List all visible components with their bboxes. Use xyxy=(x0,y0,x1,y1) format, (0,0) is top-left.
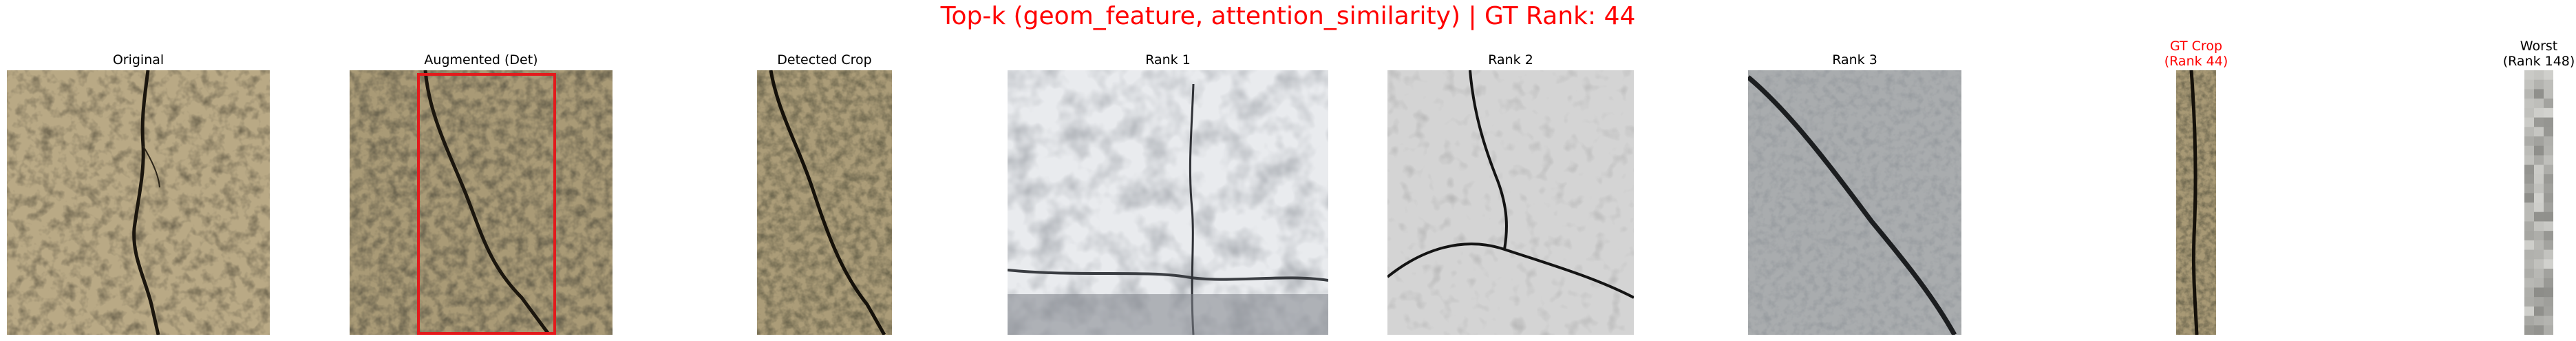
rank-1-image xyxy=(1008,70,1328,335)
panel-title-line: Augmented (Det) xyxy=(424,52,538,68)
panel-rank-2: Rank 2 xyxy=(1387,52,1634,335)
panel-title-augmented: Augmented (Det) xyxy=(308,52,654,68)
panel-title-line: GT Crop xyxy=(2169,39,2223,54)
panel-worst: Worst (Rank 148) xyxy=(2503,39,2575,335)
panel-title-rank-3: Rank 3 xyxy=(1707,52,2003,68)
panel-augmented: Augmented (Det) xyxy=(350,52,613,335)
panel-title-line: Rank 2 xyxy=(1488,52,1533,68)
panel-title-line: Detected Crop xyxy=(777,52,872,68)
panel-title-rank-1: Rank 1 xyxy=(966,52,1370,68)
panel-rank-3: Rank 3 xyxy=(1748,52,1961,335)
panel-detected-crop: Detected Crop xyxy=(757,52,892,335)
panel-title-rank-2: Rank 2 xyxy=(1346,52,1675,68)
panel-title-line: (Rank 148) xyxy=(2502,54,2575,69)
panel-original: Original xyxy=(7,52,270,335)
worst-image xyxy=(2524,70,2553,335)
figure-title: Top-k (geom_feature, attention_similarit… xyxy=(940,2,1636,30)
panel-rank-1: Rank 1 xyxy=(1008,52,1328,335)
rank-2-image xyxy=(1387,70,1634,335)
panel-title-line: Rank 3 xyxy=(1832,52,1877,68)
panel-gt-crop: GT Crop (Rank 44) xyxy=(2164,39,2228,335)
panel-title-line: Original xyxy=(112,52,164,68)
panel-title-detected-crop: Detected Crop xyxy=(716,52,933,68)
panel-title-gt-crop: GT Crop (Rank 44) xyxy=(2135,39,2257,69)
panel-title-original: Original xyxy=(0,52,311,68)
gt-crop-image xyxy=(2176,70,2216,335)
original-image xyxy=(7,70,270,335)
panel-title-line: Worst xyxy=(2520,39,2558,54)
panel-title-line: Rank 1 xyxy=(1145,52,1191,68)
rank-3-image xyxy=(1748,70,1961,335)
detected-crop-image xyxy=(757,70,892,335)
augmented-image xyxy=(350,70,613,335)
panel-title-line: (Rank 44) xyxy=(2164,54,2228,69)
panel-title-worst: Worst (Rank 148) xyxy=(2483,39,2576,69)
